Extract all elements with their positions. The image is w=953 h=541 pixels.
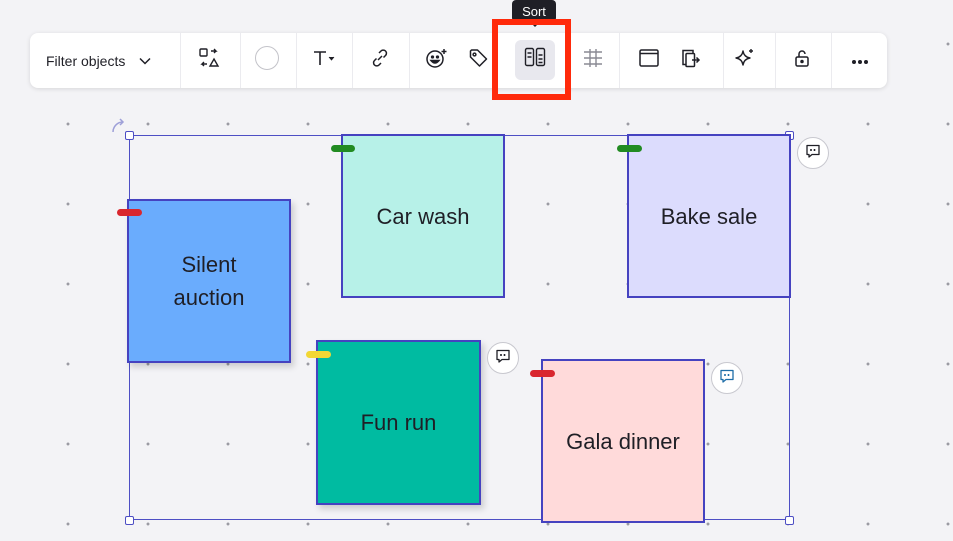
- link-icon: [370, 48, 390, 73]
- sticky-note[interactable]: Fun run: [316, 340, 481, 505]
- note-tag-indicator: [331, 145, 355, 152]
- more-icon: [851, 52, 869, 70]
- toolbar-divider: [565, 33, 566, 88]
- sort-button[interactable]: [515, 40, 555, 80]
- reaction-icon: [425, 47, 449, 74]
- more-options-button[interactable]: [840, 33, 880, 88]
- lock-button[interactable]: [782, 33, 822, 88]
- sticky-note[interactable]: Silent auction: [127, 199, 291, 363]
- toolbar-divider: [619, 33, 620, 88]
- ai-assist-button[interactable]: [725, 33, 765, 88]
- note-tag-indicator: [530, 370, 555, 377]
- comment-button[interactable]: [487, 342, 519, 374]
- comment-icon: [495, 348, 511, 369]
- sticky-note-text: Fun run: [360, 410, 437, 435]
- reaction-button[interactable]: [417, 33, 457, 88]
- filter-objects-dropdown[interactable]: Filter objects: [30, 33, 180, 88]
- comment-icon: [805, 143, 821, 164]
- rotate-handle[interactable]: [110, 117, 128, 140]
- rotate-icon: [110, 118, 128, 139]
- text-icon: [312, 48, 336, 73]
- toolbar-divider: [409, 33, 410, 88]
- toolbar-divider: [831, 33, 832, 88]
- comment-button[interactable]: [797, 137, 829, 169]
- frame-icon: [638, 48, 660, 73]
- export-button[interactable]: [670, 33, 710, 88]
- sort-tooltip: Sort: [512, 0, 556, 27]
- ai-sparkle-icon: [734, 47, 756, 74]
- sticky-note-text: Gala dinner: [566, 428, 680, 454]
- export-icon: [679, 47, 701, 74]
- sticky-note-text: Bake sale: [660, 203, 758, 229]
- comment-icon: [719, 368, 735, 389]
- toolbar-divider: [352, 33, 353, 88]
- lock-icon: [793, 48, 811, 73]
- object-toolbar: Filter objects: [30, 33, 887, 88]
- resize-handle-bottom-right[interactable]: [785, 516, 794, 525]
- tag-button[interactable]: [458, 33, 498, 88]
- resize-handle-bottom-left[interactable]: [125, 516, 134, 525]
- toolbar-divider: [775, 33, 776, 88]
- text-format-button[interactable]: [305, 33, 343, 88]
- frame-button[interactable]: [628, 33, 670, 88]
- toolbar-divider: [240, 33, 241, 88]
- switch-type-icon: [198, 47, 220, 74]
- note-tag-indicator: [117, 209, 142, 216]
- filter-objects-label: Filter objects: [46, 52, 126, 69]
- comment-button[interactable]: [711, 362, 743, 394]
- sort-icon-wrap: [515, 32, 555, 87]
- sticky-note[interactable]: Bake sale: [627, 134, 791, 298]
- note-tag-indicator: [617, 145, 642, 152]
- color-circle-icon: [254, 45, 280, 76]
- align-grid-button[interactable]: [573, 33, 613, 88]
- sticky-note-text: Silent auction: [173, 252, 245, 310]
- sticky-note-text: Car wash: [376, 203, 470, 229]
- grid-align-icon: [582, 47, 604, 74]
- note-tag-indicator: [306, 351, 331, 358]
- sticky-note[interactable]: Car wash: [341, 134, 505, 298]
- link-button[interactable]: [361, 33, 399, 88]
- sort-icon: [524, 47, 546, 72]
- toolbar-divider: [296, 33, 297, 88]
- switch-type-button[interactable]: [188, 33, 230, 88]
- color-picker-button[interactable]: [248, 33, 286, 88]
- toolbar-divider: [180, 33, 181, 88]
- tag-icon: [468, 48, 488, 73]
- toolbar-divider: [723, 33, 724, 88]
- chevron-down-icon: [139, 57, 151, 65]
- sticky-note[interactable]: Gala dinner: [541, 359, 705, 523]
